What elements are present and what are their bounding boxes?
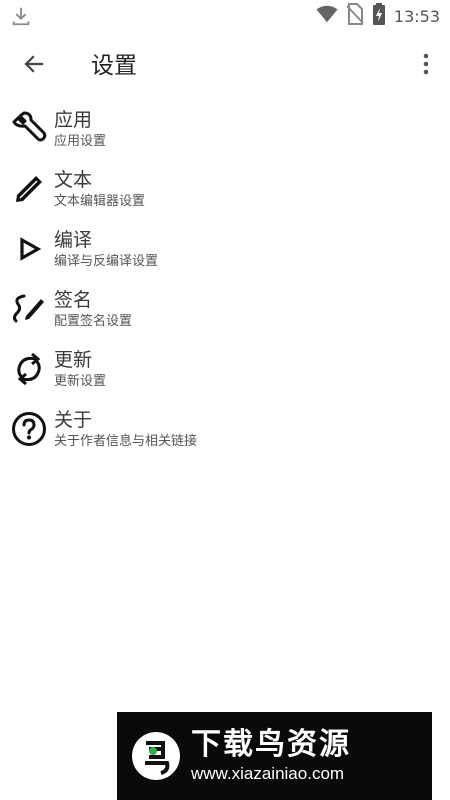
settings-item-subtitle: 编译与反编译设置 bbox=[54, 254, 159, 269]
settings-item-title: 更新 bbox=[54, 349, 93, 371]
settings-item-text[interactable]: 文本 文本编辑器设置 bbox=[0, 160, 450, 220]
download-icon bbox=[10, 5, 32, 31]
settings-item-compile[interactable]: 编译 编译与反编译设置 bbox=[0, 220, 450, 280]
settings-item-subtitle: 关于作者信息与相关链接 bbox=[54, 434, 198, 449]
settings-item-title: 编译 bbox=[54, 229, 93, 251]
overflow-menu-button[interactable] bbox=[414, 50, 438, 82]
back-button[interactable] bbox=[18, 50, 50, 82]
settings-item-subtitle: 更新设置 bbox=[54, 374, 107, 389]
settings-item-subtitle: 应用设置 bbox=[54, 134, 107, 149]
battery-charging-icon bbox=[372, 3, 386, 29]
settings-item-title: 应用 bbox=[54, 109, 93, 131]
settings-item-app[interactable]: 应用 应用设置 bbox=[0, 100, 450, 160]
status-bar: 13:53 bbox=[0, 0, 450, 32]
sync-icon bbox=[10, 350, 48, 388]
watermark-banner: 下载鸟资源 www.xiazainiao.com bbox=[117, 712, 432, 800]
settings-item-signature[interactable]: 签名 配置签名设置 bbox=[0, 280, 450, 340]
status-time: 13:53 bbox=[393, 6, 440, 26]
wrench-icon bbox=[10, 110, 48, 148]
watermark-url: www.xiazainiao.com bbox=[191, 764, 345, 783]
status-icons: 13:53 bbox=[316, 3, 440, 29]
watermark-title: 下载鸟资源 bbox=[191, 727, 351, 762]
settings-item-about[interactable]: 关于 关于作者信息与相关链接 bbox=[0, 400, 450, 460]
signature-icon bbox=[10, 290, 48, 328]
app-bar: 设置 bbox=[0, 34, 450, 98]
settings-item-title: 签名 bbox=[54, 289, 93, 311]
no-sim-icon bbox=[346, 3, 364, 29]
more-vert-icon bbox=[423, 53, 429, 79]
settings-list: 应用 应用设置 文本 文本编辑器设置 编译 编译与反编译设置 签名 配置签名设置… bbox=[0, 100, 450, 460]
bird-logo-icon bbox=[131, 731, 181, 781]
settings-item-subtitle: 配置签名设置 bbox=[54, 314, 133, 329]
pencil-icon bbox=[10, 170, 48, 208]
settings-item-title: 文本 bbox=[54, 169, 93, 191]
play-outline-icon bbox=[10, 230, 48, 268]
settings-item-title: 关于 bbox=[54, 409, 93, 431]
arrow-back-icon bbox=[22, 52, 46, 80]
help-circle-icon bbox=[10, 410, 48, 448]
settings-item-subtitle: 文本编辑器设置 bbox=[54, 194, 146, 209]
settings-item-update[interactable]: 更新 更新设置 bbox=[0, 340, 450, 400]
wifi-icon bbox=[316, 4, 338, 28]
page-title: 设置 bbox=[91, 53, 137, 79]
